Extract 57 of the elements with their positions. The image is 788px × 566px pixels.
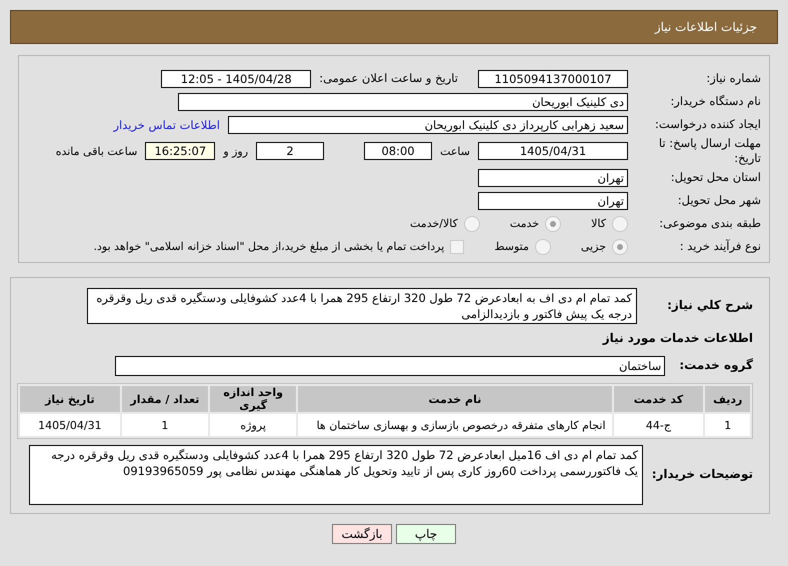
radio-button[interactable] bbox=[534, 238, 551, 254]
field-label: نام دستگاه خریدار: bbox=[669, 94, 761, 109]
table-cell: 1405/04/31 bbox=[20, 414, 120, 436]
field-label: گروه خدمت: bbox=[679, 358, 754, 374]
table-cell: انجام کارهای متفرقه درخصوص بازسازی و بهسازی ساختمان ها bbox=[298, 414, 612, 436]
input-field[interactable]: دی کلینیک ابوریحان bbox=[178, 92, 628, 110]
field-label: مهلت ارسال پاسخ: تا تاریخ: bbox=[658, 136, 761, 166]
input-field[interactable]: سعید زهرابی کارپرداز دی کلینیک ابوریحان bbox=[228, 116, 628, 134]
radio-button[interactable] bbox=[612, 238, 628, 254]
input-field[interactable]: 08:00 bbox=[364, 142, 432, 160]
input-field[interactable]: 1105094137000107 bbox=[478, 70, 628, 88]
input-field[interactable]: 2 bbox=[256, 142, 324, 160]
column-header: کد خدمت bbox=[614, 386, 704, 412]
input-field[interactable]: ساختمان bbox=[115, 356, 666, 376]
field-label: طبقه بندی موضوعی: bbox=[658, 216, 761, 231]
input-field[interactable]: 1405/04/31 bbox=[478, 142, 628, 160]
table-cell: 1 bbox=[705, 414, 750, 436]
field-label: ساعت bbox=[440, 144, 470, 158]
input-field[interactable]: 1405/04/28 - 12:05 bbox=[161, 70, 312, 88]
column-header: تعداد / مقدار bbox=[122, 386, 208, 412]
field-label: توضیحات خریدار: bbox=[650, 467, 754, 483]
field-label: نوع فرآیند خرید : bbox=[678, 239, 761, 254]
table-cell: پروژه bbox=[210, 414, 296, 436]
description-box[interactable]: کمد تمام ام دی اف به ابعادعرض 72 طول 320 ارتفاع 295 همرا با 4عدد کشوفایلی ودستگیره قدی ریل وقرقره درجه یک پیش فاکتور و بازدیدالزامی bbox=[87, 288, 637, 324]
input-field[interactable]: تهران bbox=[478, 168, 628, 186]
section-heading: اطلاعات خدمات مورد نیاز bbox=[602, 331, 754, 347]
field-label: ایجاد کننده درخواست: bbox=[654, 117, 761, 132]
column-header: نام خدمت bbox=[298, 386, 612, 412]
field-label: ساعت باقی مانده bbox=[56, 144, 138, 158]
notes-box[interactable]: کمد تمام ام دی اف 16میل ابعادعرض 72 طول 320 ارتفاع 295 همرا با 4عدد کشوفایلی ودستگیره قدی ریل وقرقره درجه یک فاکتوررسمی پرداخت 60روز کاری پس از تایید وتحویل کار هماهنگی مهندس نظامی پور 09193965059 bbox=[29, 445, 643, 505]
checkbox-label: پرداخت تمام یا بخشی از مبلغ خرید،از محل "اسناد خزانه اسلامی" خواهد بود. bbox=[94, 240, 444, 253]
radio-button[interactable] bbox=[464, 216, 480, 232]
field-label: شرح کلي نیاز: bbox=[666, 298, 754, 314]
radio-label: خدمت bbox=[510, 217, 540, 230]
column-header: واحد اندازه گیری bbox=[210, 386, 296, 412]
column-header: تاریخ نیاز bbox=[20, 386, 120, 412]
radio-label: کالا bbox=[591, 217, 606, 230]
field-label: شهر محل تحویل: bbox=[676, 193, 761, 208]
table-cell: ج-44 bbox=[614, 414, 704, 436]
input-field[interactable]: تهران bbox=[478, 192, 628, 210]
field-label: استان محل تحویل: bbox=[670, 170, 761, 185]
back-button[interactable]: بازگشت bbox=[332, 524, 392, 544]
field-label: شماره نیاز: bbox=[705, 71, 761, 86]
print-button[interactable]: چاپ bbox=[396, 524, 456, 544]
page-title: جزئیات اطلاعات نیاز bbox=[654, 20, 757, 34]
radio-button[interactable] bbox=[612, 216, 628, 232]
radio-label: متوسط bbox=[494, 240, 529, 253]
countdown-field[interactable]: 16:25:07 bbox=[145, 142, 216, 160]
radio-label: جزیی bbox=[580, 240, 606, 253]
radio-label: کالا/خدمت bbox=[410, 217, 458, 230]
checkbox[interactable] bbox=[450, 240, 464, 254]
column-header: ردیف bbox=[705, 386, 750, 412]
contact-link[interactable]: اطلاعات تماس خریدار bbox=[113, 118, 220, 132]
field-label: روز و bbox=[223, 144, 248, 158]
table-cell: 1 bbox=[122, 414, 208, 436]
field-label: تاریخ و ساعت اعلان عمومی: bbox=[319, 71, 458, 86]
radio-button[interactable] bbox=[545, 216, 562, 232]
